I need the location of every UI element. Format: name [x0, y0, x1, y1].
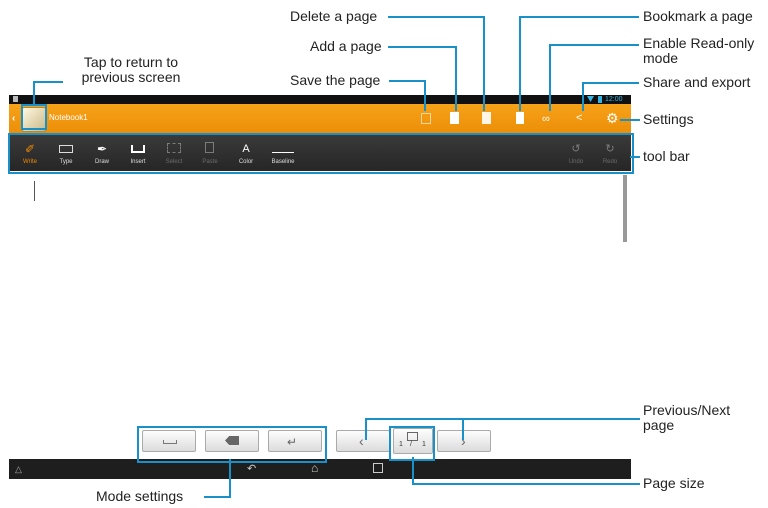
- chevron-left-icon: ‹: [359, 433, 364, 449]
- text-cursor: [34, 181, 35, 201]
- settings-gear-icon[interactable]: ⚙: [606, 111, 619, 125]
- read-only-icon[interactable]: ∞: [542, 114, 550, 125]
- system-home-icon[interactable]: ⌂: [311, 461, 318, 475]
- callout-save-page: Save the page: [290, 72, 381, 88]
- scrollbar[interactable]: [623, 175, 627, 242]
- next-page-button[interactable]: ›: [437, 430, 491, 452]
- callout-share-export: Share and export: [643, 74, 751, 90]
- share-icon[interactable]: <: [576, 112, 582, 124]
- system-back-icon[interactable]: ↶: [247, 462, 256, 475]
- app-bar: ‹ Notebook1 ∞ < ⚙: [9, 104, 631, 134]
- callout-read-only: Enable Read-only mode: [643, 35, 755, 66]
- notebook-title: Notebook1: [49, 113, 88, 122]
- previous-page-button[interactable]: ‹: [336, 430, 390, 452]
- callout-bookmark-page: Bookmark a page: [643, 8, 753, 24]
- back-chevron-icon[interactable]: ‹: [12, 113, 15, 125]
- callout-mode-settings: Mode settings: [96, 488, 184, 504]
- callout-add-page: Add a page: [310, 38, 382, 54]
- notification-icon: [13, 96, 18, 102]
- page-size-highlight: [389, 426, 435, 461]
- save-page-icon[interactable]: [421, 113, 431, 124]
- battery-icon: [598, 96, 602, 103]
- wifi-icon: [587, 96, 594, 102]
- add-page-icon[interactable]: [450, 112, 459, 124]
- callout-prev-next: Previous/Next page: [643, 402, 731, 433]
- callout-tap-return: Tap to return to previous screen: [81, 54, 181, 85]
- delete-page-icon[interactable]: [482, 112, 491, 124]
- callout-delete-page: Delete a page: [290, 8, 378, 24]
- callout-page-size: Page size: [643, 475, 705, 491]
- status-time: 12:00: [605, 96, 623, 103]
- callout-settings: Settings: [643, 111, 694, 127]
- callout-tool-bar: tool bar: [643, 148, 690, 164]
- writing-canvas[interactable]: [9, 171, 631, 426]
- bookmark-page-icon[interactable]: [516, 112, 524, 124]
- system-menu-icon[interactable]: △: [15, 464, 22, 475]
- app-icon-highlight: [21, 104, 47, 130]
- system-recents-icon[interactable]: [373, 463, 383, 473]
- mode-settings-highlight: [137, 426, 327, 463]
- tool-bar-highlight: [8, 133, 634, 174]
- status-bar: 12:00: [9, 95, 631, 104]
